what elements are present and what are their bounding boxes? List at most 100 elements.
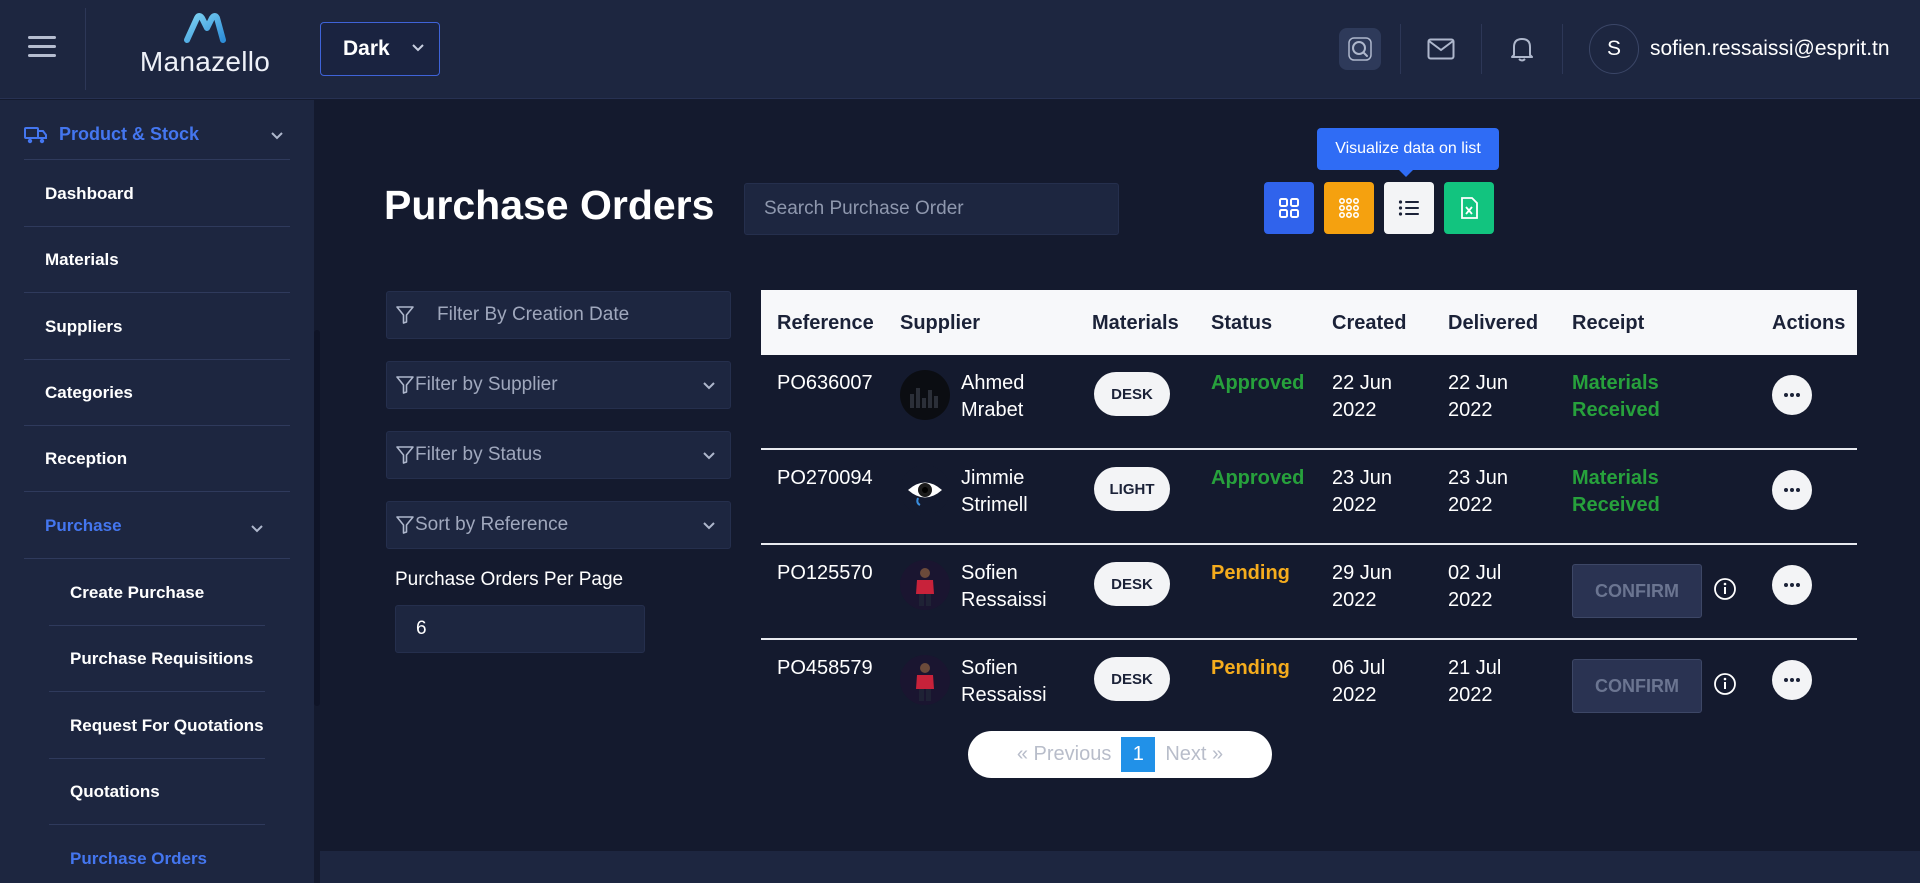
supplier-avatar: [900, 560, 950, 610]
column-header-created: Created: [1332, 312, 1407, 334]
chevron-down-icon: [412, 44, 424, 52]
filter-icon: [395, 305, 415, 325]
sidebar-section-product-stock[interactable]: Product & Stock: [24, 110, 290, 160]
tooltip: Visualize data on list: [1317, 128, 1499, 177]
delivered-date: 02 Jul 2022: [1448, 562, 1502, 611]
delivered-date: 21 Jul 2022: [1448, 657, 1502, 706]
list-view-button[interactable]: [1384, 182, 1434, 234]
material-badge: DESK: [1094, 372, 1170, 416]
export-excel-button[interactable]: [1444, 182, 1494, 234]
top-header: Manazello Dark S sofien.ressaissi@esprit…: [0, 0, 1920, 99]
pagination: « Previous 1 Next »: [968, 731, 1272, 778]
sidebar-section-label: Product & Stock: [59, 124, 200, 144]
mail-icon[interactable]: [1420, 28, 1462, 70]
status-badge: Pending: [1211, 562, 1290, 584]
sidebar-item-materials[interactable]: Materials: [24, 227, 290, 293]
order-reference: PO270094: [777, 467, 873, 489]
avatar: S: [1589, 24, 1639, 74]
pagination-previous[interactable]: « Previous: [1017, 743, 1112, 766]
column-header-reference: Reference: [777, 312, 874, 334]
app-logo[interactable]: Manazello: [135, 12, 275, 84]
row-actions-button[interactable]: [1772, 660, 1812, 700]
receipt-status: Materials Received: [1572, 467, 1660, 516]
created-date: 06 Jul 2022: [1332, 657, 1386, 706]
info-icon[interactable]: [1713, 577, 1737, 601]
excel-icon: [1461, 197, 1478, 219]
table-row: PO458579 Sofien Ressaissi DESK Pending 06…: [761, 640, 1857, 735]
delivered-date: 22 Jun 2022: [1448, 372, 1509, 421]
table-row: PO270094 Jimmie Strimell LIGHT Approved 2…: [761, 450, 1857, 545]
filter-supplier-select[interactable]: Filter by Supplier: [386, 361, 731, 409]
created-date: 29 Jun 2022: [1332, 562, 1393, 611]
chevron-down-icon: [703, 452, 715, 460]
sidebar-subitem-request-for-quotations[interactable]: Request For Quotations: [49, 693, 265, 759]
main-content: Purchase Orders Visualize data on list F…: [320, 100, 1920, 850]
header-divider: [1400, 24, 1401, 74]
delivered-date: 23 Jun 2022: [1448, 467, 1509, 516]
sidebar-item-purchase[interactable]: Purchase: [24, 493, 290, 559]
pagination-page-current[interactable]: 1: [1121, 737, 1156, 772]
filter-label: Sort by Reference: [415, 514, 569, 535]
row-actions-button[interactable]: [1772, 470, 1812, 510]
order-reference: PO458579: [777, 657, 873, 679]
search-icon[interactable]: [1339, 28, 1381, 70]
supplier-name: Sofien Ressaissi: [961, 657, 1047, 706]
table-header: Reference Supplier Materials Status Crea…: [761, 290, 1857, 355]
filter-label: Filter by Status: [415, 444, 542, 465]
column-header-receipt: Receipt: [1572, 312, 1645, 334]
chevron-down-icon: [251, 525, 263, 533]
filter-status-select[interactable]: Filter by Status: [386, 431, 731, 479]
filter-label: Filter By Creation Date: [437, 304, 630, 325]
sidebar-subitem-purchase-requisitions[interactable]: Purchase Requisitions: [49, 626, 265, 692]
apps-view-button[interactable]: [1324, 182, 1374, 234]
sidebar: Product & Stock Dashboard Materials Supp…: [0, 100, 314, 883]
sidebar-item-dashboard[interactable]: Dashboard: [24, 161, 290, 227]
info-icon[interactable]: [1713, 672, 1737, 696]
theme-select-value: Dark: [343, 37, 390, 60]
filter-creation-date[interactable]: Filter By Creation Date: [386, 291, 731, 339]
header-divider: [85, 8, 86, 90]
confirm-button[interactable]: CONFIRM: [1572, 564, 1702, 618]
column-header-actions: Actions: [1772, 312, 1846, 334]
header-divider: [1562, 24, 1563, 74]
column-header-delivered: Delivered: [1448, 312, 1539, 334]
row-actions-button[interactable]: [1772, 565, 1812, 605]
user-email: sofien.ressaissi@esprit.tn: [1650, 37, 1890, 60]
table-row: PO636007 Ahmed Mrabet DESK Approved 22 Ju…: [761, 355, 1857, 450]
order-reference: PO636007: [777, 372, 873, 394]
table-row: PO125570 Sofien Ressaissi DESK Pending 29…: [761, 545, 1857, 640]
supplier-name: Sofien Ressaissi: [961, 562, 1047, 611]
header-divider: [1481, 24, 1482, 74]
filter-icon: [395, 375, 415, 395]
sidebar-item-reception[interactable]: Reception: [24, 426, 290, 492]
user-menu[interactable]: S sofien.ressaissi@esprit.tn: [1589, 24, 1890, 74]
sidebar-item-suppliers[interactable]: Suppliers: [24, 294, 290, 360]
pagination-next[interactable]: Next »: [1165, 743, 1223, 766]
material-badge: DESK: [1094, 562, 1170, 606]
grid-icon: [1279, 198, 1299, 218]
supplier-name: Ahmed Mrabet: [961, 372, 1025, 421]
created-date: 22 Jun 2022: [1332, 372, 1393, 421]
hamburger-menu-icon[interactable]: [28, 36, 56, 58]
row-actions-button[interactable]: [1772, 375, 1812, 415]
search-input[interactable]: [744, 183, 1119, 235]
status-badge: Pending: [1211, 657, 1290, 679]
sidebar-item-label: Purchase: [45, 515, 122, 535]
material-badge: LIGHT: [1094, 467, 1170, 511]
sidebar-item-categories[interactable]: Categories: [24, 360, 290, 426]
footer: [320, 851, 1920, 883]
theme-select[interactable]: Dark: [320, 22, 440, 76]
sort-reference-select[interactable]: Sort by Reference: [386, 501, 731, 549]
grid-view-button[interactable]: [1264, 182, 1314, 234]
per-page-input[interactable]: 6: [395, 605, 645, 653]
column-header-materials: Materials: [1092, 312, 1179, 334]
more-horizontal-icon: [1784, 488, 1800, 492]
page-title: Purchase Orders: [384, 182, 715, 228]
status-badge: Approved: [1211, 372, 1305, 394]
sidebar-subitem-quotations[interactable]: Quotations: [49, 759, 265, 825]
bell-icon[interactable]: [1501, 28, 1543, 70]
chevron-down-icon: [271, 132, 283, 140]
confirm-button[interactable]: CONFIRM: [1572, 659, 1702, 713]
sidebar-subitem-create-purchase[interactable]: Create Purchase: [49, 560, 265, 626]
sidebar-subitem-purchase-orders[interactable]: Purchase Orders: [49, 826, 265, 883]
